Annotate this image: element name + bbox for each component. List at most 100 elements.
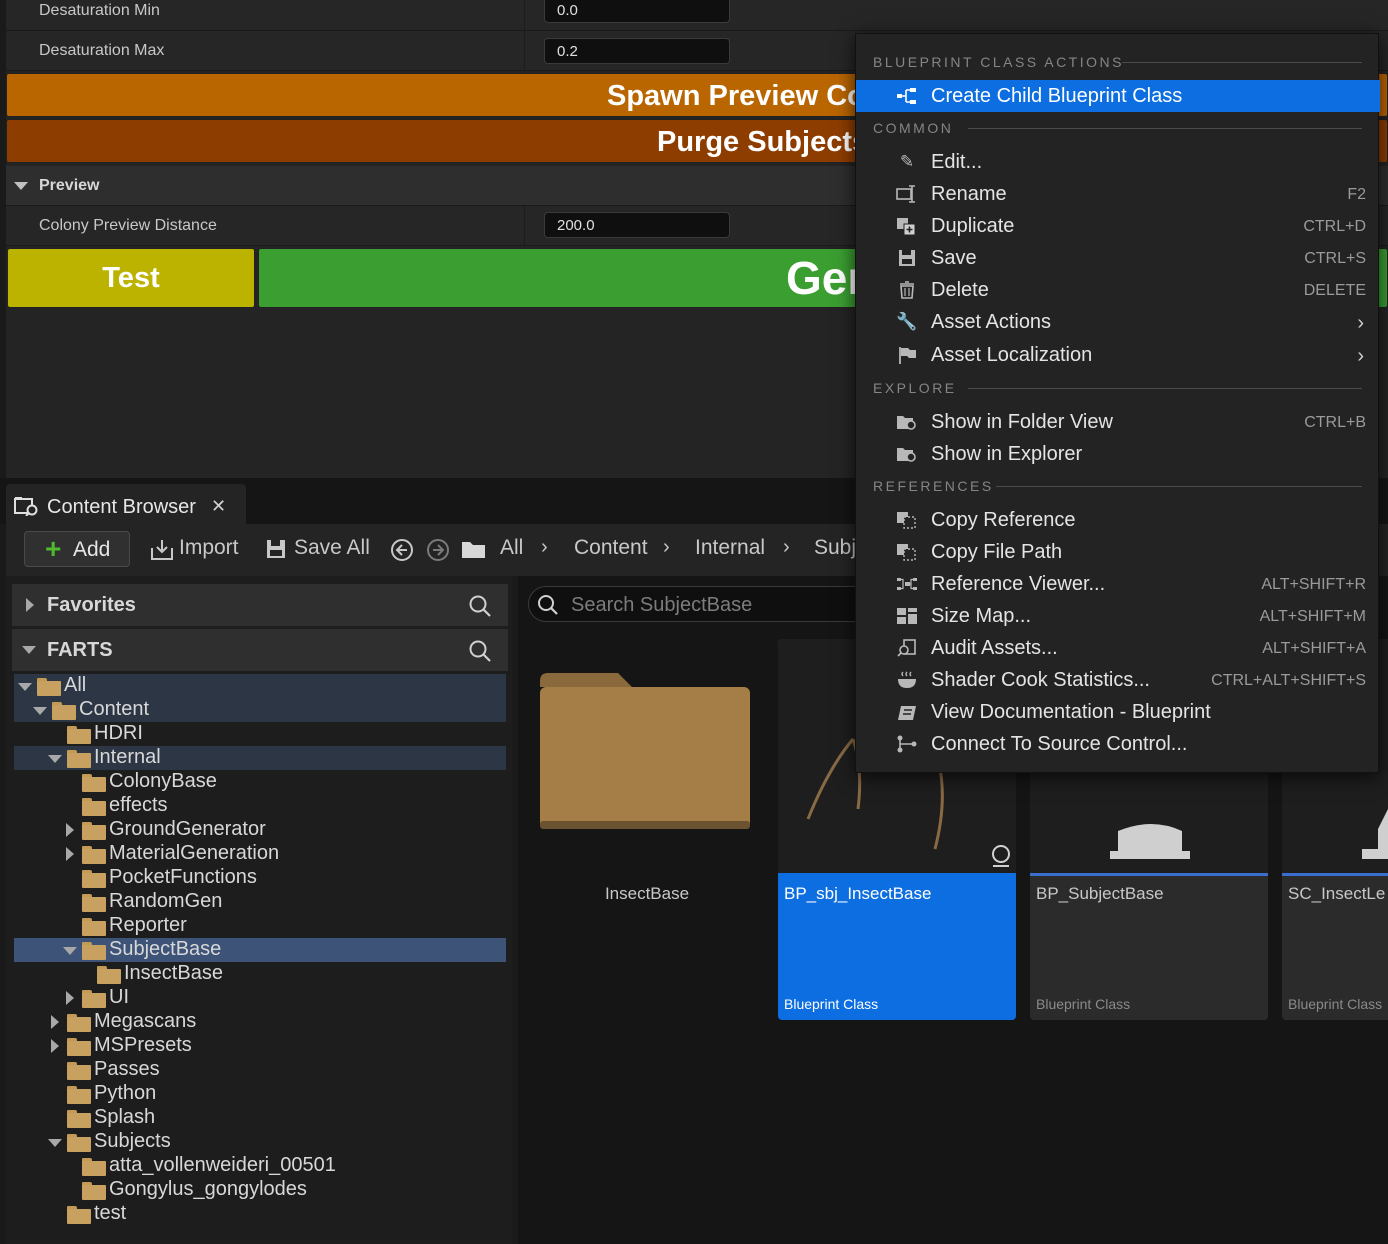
- shader-cook-statistics-item[interactable]: Shader Cook Statistics... CTRL+ALT+SHIFT…: [856, 664, 1380, 696]
- menu-item-label: Edit...: [931, 151, 983, 173]
- import-button[interactable]: Import: [179, 536, 239, 560]
- favorites-header[interactable]: Favorites: [12, 584, 508, 626]
- size-map-item[interactable]: Size Map... ALT+SHIFT+M: [856, 600, 1380, 632]
- shortcut-label: CTRL+D: [1303, 218, 1366, 235]
- shortcut-label: CTRL+ALT+SHIFT+S: [1211, 672, 1366, 689]
- column-divider[interactable]: [524, 206, 525, 245]
- breadcrumb-all[interactable]: All: [500, 536, 523, 560]
- chevron-right-icon[interactable]: ›: [541, 536, 548, 559]
- tree-item-label: Python: [94, 1082, 157, 1104]
- tree-item[interactable]: Gongylus_gongylodes: [14, 1178, 506, 1202]
- close-icon[interactable]: ✕: [211, 496, 226, 517]
- show-in-explorer-item[interactable]: Show in Explorer: [856, 438, 1380, 470]
- folder-icon: [82, 894, 106, 912]
- view-documentation-item[interactable]: View Documentation - Blueprint: [856, 696, 1380, 728]
- tree-item[interactable]: SubjectBase: [14, 938, 506, 962]
- shortcut-label: F2: [1347, 186, 1366, 203]
- asset-localization-item[interactable]: Asset Localization ›: [856, 339, 1380, 371]
- desaturation-min-input[interactable]: 0.0: [544, 0, 730, 23]
- asset-name: BP_SubjectBase: [1036, 884, 1164, 903]
- breadcrumb-content[interactable]: Content: [574, 536, 648, 560]
- colony-preview-distance-input[interactable]: 200.0: [544, 212, 730, 238]
- blueprint-icon: [1362, 809, 1388, 859]
- tree-item[interactable]: RandomGen: [14, 890, 506, 914]
- folder-icon: [67, 726, 91, 744]
- asset-actions-item[interactable]: 🔧 Asset Actions ›: [856, 306, 1380, 338]
- collapse-arrow-icon[interactable]: [48, 1139, 62, 1147]
- chevron-right-icon[interactable]: ›: [663, 536, 670, 559]
- menu-item-label: Create Child Blueprint Class: [931, 85, 1183, 107]
- copy-file-path-item[interactable]: Copy File Path: [856, 536, 1380, 568]
- folder-icon: [82, 1158, 106, 1176]
- create-child-blueprint-item[interactable]: Create Child Blueprint Class: [856, 80, 1380, 112]
- search-placeholder: Search SubjectBase: [571, 594, 753, 616]
- content-browser-tab[interactable]: Content Browser ✕: [6, 484, 246, 524]
- rename-item[interactable]: Rename F2: [856, 178, 1380, 210]
- collapse-arrow-icon[interactable]: [48, 755, 62, 763]
- asset-tile-folder[interactable]: InsectBase: [528, 639, 766, 1020]
- tree-item[interactable]: Megascans: [14, 1010, 506, 1034]
- property-label: Desaturation Max: [39, 42, 165, 59]
- forward-arrow-icon[interactable]: [426, 538, 450, 562]
- column-divider[interactable]: [524, 31, 525, 70]
- back-arrow-icon[interactable]: [390, 538, 414, 562]
- tree-item[interactable]: atta_vollenweideri_00501: [14, 1154, 506, 1178]
- tree-item[interactable]: Content: [14, 698, 506, 722]
- tree-item[interactable]: Reporter: [14, 914, 506, 938]
- collapse-arrow-icon[interactable]: [18, 683, 32, 691]
- expand-arrow-icon[interactable]: [66, 847, 74, 861]
- duplicate-item[interactable]: Duplicate CTRL+D: [856, 210, 1380, 242]
- collapse-arrow-icon[interactable]: [63, 947, 77, 955]
- chevron-right-icon[interactable]: ›: [783, 536, 790, 559]
- project-header[interactable]: FARTS: [12, 629, 508, 671]
- save-all-icon: [267, 540, 285, 558]
- expand-arrow-icon[interactable]: [51, 1015, 59, 1029]
- tree-item[interactable]: effects: [14, 794, 506, 818]
- show-in-folder-view-item[interactable]: Show in Folder View CTRL+B: [856, 406, 1380, 438]
- asset-class: Blueprint Class: [1036, 996, 1131, 1012]
- save-item[interactable]: Save CTRL+S: [856, 242, 1380, 274]
- search-icon[interactable]: [468, 639, 492, 663]
- test-button[interactable]: Test: [7, 248, 255, 308]
- tree-item[interactable]: Passes: [14, 1058, 506, 1082]
- edit-item[interactable]: ✎ Edit...: [856, 146, 1380, 178]
- breadcrumb-internal[interactable]: Internal: [695, 536, 765, 560]
- menu-item-label: Show in Folder View: [931, 411, 1113, 433]
- tree-item[interactable]: Splash: [14, 1106, 506, 1130]
- add-button[interactable]: + Add: [24, 531, 130, 567]
- tree-item[interactable]: GroundGenerator: [14, 818, 506, 842]
- asset-context-menu: BLUEPRINT CLASS ACTIONS Create Child Blu…: [855, 33, 1380, 773]
- tree-item[interactable]: ColonyBase: [14, 770, 506, 794]
- audit-icon: [897, 639, 916, 657]
- connect-source-control-item[interactable]: Connect To Source Control...: [856, 728, 1380, 760]
- reference-viewer-item[interactable]: Reference Viewer... ALT+SHIFT+R: [856, 568, 1380, 600]
- tree-item[interactable]: MSPresets: [14, 1034, 506, 1058]
- pencil-icon: ✎: [899, 152, 915, 171]
- tree-item[interactable]: Python: [14, 1082, 506, 1106]
- save-all-button[interactable]: Save All: [294, 536, 370, 560]
- tree-item[interactable]: MaterialGeneration: [14, 842, 506, 866]
- tree-item[interactable]: InsectBase: [14, 962, 506, 986]
- desaturation-max-input[interactable]: 0.2: [544, 38, 730, 64]
- expand-arrow-icon[interactable]: [51, 1039, 59, 1053]
- search-icon[interactable]: [468, 594, 492, 618]
- menu-section-blueprint: BLUEPRINT CLASS ACTIONS: [873, 54, 1124, 70]
- expand-arrow-icon[interactable]: [66, 823, 74, 837]
- copy-reference-item[interactable]: Copy Reference: [856, 504, 1380, 536]
- tree-item[interactable]: Subjects: [14, 1130, 506, 1154]
- audit-assets-item[interactable]: Audit Assets... ALT+SHIFT+A: [856, 632, 1380, 664]
- folder-icon: [67, 1062, 91, 1080]
- expand-arrow-icon[interactable]: [66, 991, 74, 1005]
- breadcrumb-subjectbase[interactable]: Subj: [814, 536, 856, 560]
- thumbnail-widget-icon: [992, 845, 1010, 867]
- tree-item[interactable]: PocketFunctions: [14, 866, 506, 890]
- collapse-arrow-icon[interactable]: [33, 707, 47, 715]
- column-divider[interactable]: [524, 0, 525, 30]
- tree-item[interactable]: test: [14, 1202, 506, 1226]
- tree-item[interactable]: UI: [14, 986, 506, 1010]
- delete-item[interactable]: Delete DELETE: [856, 274, 1380, 306]
- tree-item[interactable]: Internal: [14, 746, 506, 770]
- tree-item[interactable]: All: [14, 674, 506, 698]
- tree-item[interactable]: HDRI: [14, 722, 506, 746]
- menu-item-label: Show in Explorer: [931, 443, 1083, 465]
